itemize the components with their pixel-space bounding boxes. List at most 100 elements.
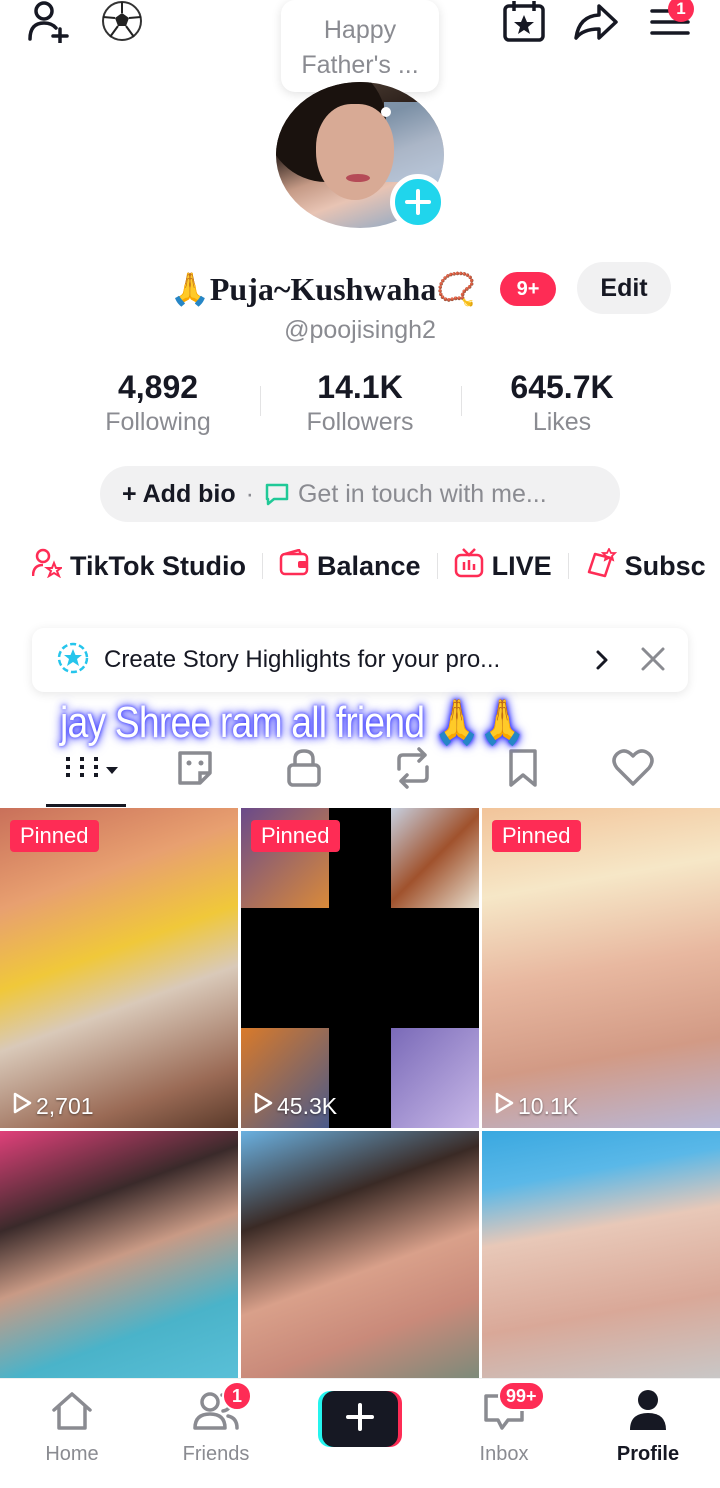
- view-count: 45.3K: [253, 1092, 337, 1120]
- wallet-icon: [279, 548, 309, 584]
- friends-badge: 1: [222, 1381, 252, 1411]
- stat-divider: [260, 386, 261, 416]
- home-icon: [50, 1390, 94, 1437]
- play-icon: [494, 1092, 518, 1120]
- tool-divider: [436, 553, 438, 579]
- subscription-button[interactable]: Subsc: [585, 546, 706, 585]
- followers-count: 14.1K: [317, 369, 403, 405]
- heart-icon: [611, 748, 655, 793]
- profile-tabs: [0, 742, 720, 806]
- story-highlights-banner[interactable]: Create Story Highlights for your pro...: [32, 628, 688, 692]
- view-count-text: 2,701: [36, 1092, 94, 1119]
- story-note-line2: Father's ...: [301, 51, 419, 79]
- tab-reposts[interactable]: [383, 746, 443, 794]
- bio-pill: + Add bio · Get in touch with me...: [100, 466, 620, 522]
- close-icon[interactable]: [640, 646, 666, 677]
- pinned-badge: Pinned: [492, 820, 581, 852]
- chat-bubble-icon: [264, 482, 290, 506]
- plus-icon: [345, 1402, 375, 1437]
- highlight-star-icon: [56, 641, 90, 680]
- pinned-badge: Pinned: [251, 820, 340, 852]
- subscription-icon: [585, 546, 617, 585]
- tab-videos[interactable]: [62, 746, 122, 794]
- story-note-bubble[interactable]: Happy Father's ...: [281, 0, 439, 92]
- live-label: LIVE: [491, 550, 552, 581]
- soccer-ball-icon[interactable]: [98, 0, 146, 44]
- likes-count: 645.7K: [510, 369, 614, 405]
- videos-grid-icon: [62, 747, 122, 794]
- lock-icon: [284, 747, 324, 794]
- nav-inbox[interactable]: Inbox 99+: [444, 1379, 564, 1479]
- video-thumbnail[interactable]: [482, 1131, 720, 1381]
- play-icon: [253, 1092, 277, 1120]
- nav-profile-label: Profile: [616, 1443, 680, 1465]
- menu-notification-badge: 1: [668, 0, 694, 22]
- tiktok-studio-button[interactable]: TikTok Studio: [31, 548, 247, 585]
- live-button[interactable]: LIVE: [454, 547, 552, 585]
- followers-label: Followers: [306, 408, 414, 436]
- bottom-navigation: Home Friends 1 Inbox 99+ Profile: [0, 1378, 720, 1488]
- caption-overlay-text: jay Shree ram all friend 🙏🙏: [60, 698, 526, 747]
- calendar-star-icon[interactable]: [500, 0, 548, 44]
- nav-home[interactable]: Home: [12, 1379, 132, 1479]
- story-note-line1: Happy: [323, 16, 397, 44]
- live-tv-icon: [454, 547, 484, 585]
- sticker-icon: [174, 747, 216, 794]
- nav-friends-label: Friends: [182, 1443, 250, 1465]
- edit-profile-button[interactable]: Edit: [577, 262, 671, 314]
- balance-label: Balance: [317, 550, 421, 581]
- person-star-icon: [31, 548, 64, 585]
- menu-icon[interactable]: 1: [646, 0, 694, 44]
- profile-name: 🙏Puja~Kushwaha📿: [170, 271, 477, 307]
- bookmark-icon: [505, 747, 541, 794]
- stat-following[interactable]: 4,892 Following: [68, 368, 248, 438]
- create-button[interactable]: [318, 1391, 402, 1447]
- creator-tools-row: TikTok Studio Balance LIVE Subsc: [31, 546, 706, 586]
- nav-inbox-label: Inbox: [479, 1443, 529, 1465]
- tab-stickers[interactable]: [165, 746, 225, 794]
- subscription-label: Subsc: [624, 550, 706, 581]
- name-notification-badge[interactable]: 9+: [500, 272, 556, 306]
- video-thumbnail[interactable]: Pinned 45.3K: [241, 808, 479, 1128]
- bio-separator: ·: [245, 479, 254, 508]
- video-thumbnail[interactable]: [241, 1131, 479, 1381]
- play-icon: [12, 1092, 36, 1120]
- contact-prompt[interactable]: Get in touch with me...: [298, 480, 547, 509]
- stat-likes[interactable]: 645.7K Likes: [472, 368, 652, 438]
- video-thumbnail[interactable]: [0, 1131, 238, 1381]
- video-grid: Pinned 2,701 Pinned 45.3K Pinned 10.1K: [0, 808, 720, 1381]
- video-thumbnail[interactable]: Pinned 2,701: [0, 808, 238, 1128]
- video-thumbnail[interactable]: Pinned 10.1K: [482, 808, 720, 1128]
- tab-liked[interactable]: [603, 746, 663, 794]
- tab-private[interactable]: [274, 746, 334, 794]
- likes-label: Likes: [532, 408, 592, 436]
- balance-button[interactable]: Balance: [279, 548, 421, 584]
- nav-profile[interactable]: Profile: [588, 1379, 708, 1479]
- share-icon[interactable]: [572, 0, 620, 44]
- profile-icon: [628, 1388, 668, 1437]
- chevron-right-icon[interactable]: [592, 648, 612, 677]
- tab-favorites[interactable]: [493, 746, 553, 794]
- tool-divider: [567, 553, 569, 579]
- view-count: 2,701: [12, 1092, 94, 1120]
- repost-icon: [391, 746, 435, 794]
- view-count: 10.1K: [494, 1092, 578, 1120]
- pinned-badge: Pinned: [10, 820, 99, 852]
- active-tab-indicator: [46, 804, 126, 807]
- nav-home-label: Home: [45, 1443, 99, 1465]
- tiktok-studio-label: TikTok Studio: [70, 550, 247, 581]
- inbox-badge: 99+: [498, 1381, 545, 1411]
- view-count-text: 10.1K: [518, 1092, 579, 1119]
- stat-followers[interactable]: 14.1K Followers: [270, 368, 450, 438]
- following-count: 4,892: [117, 369, 199, 405]
- following-label: Following: [105, 408, 211, 436]
- profile-handle: @poojisingh2: [284, 316, 436, 344]
- view-count-text: 45.3K: [277, 1092, 338, 1119]
- stat-divider: [461, 386, 462, 416]
- add-story-plus-icon[interactable]: [390, 174, 446, 230]
- tool-divider: [262, 553, 264, 579]
- add-bio-button[interactable]: + Add bio: [122, 480, 236, 509]
- nav-friends[interactable]: Friends 1: [156, 1379, 276, 1479]
- add-friend-icon[interactable]: [26, 0, 74, 44]
- story-highlights-text: Create Story Highlights for your pro...: [104, 646, 501, 673]
